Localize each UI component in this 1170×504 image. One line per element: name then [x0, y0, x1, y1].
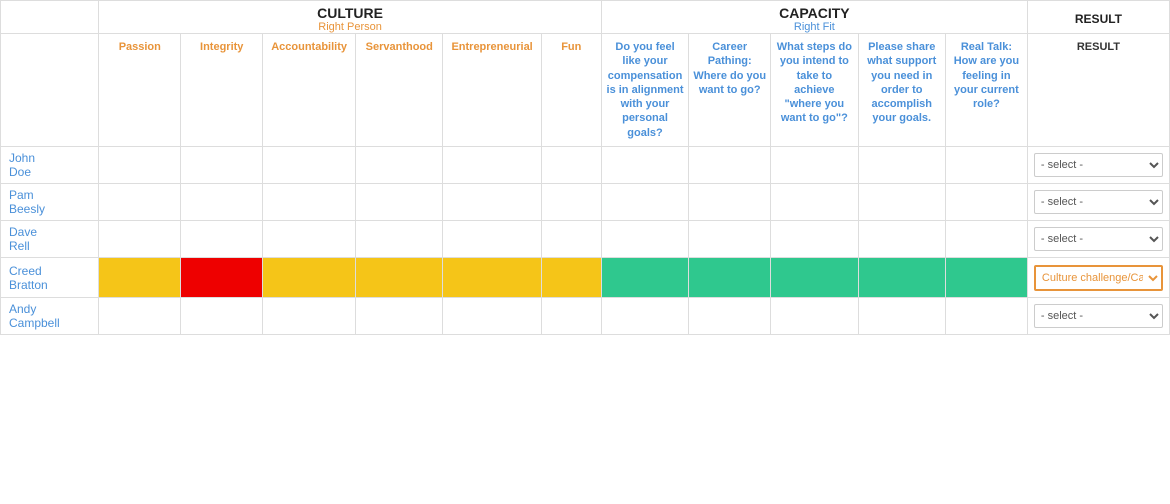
col-result: RESULT: [1027, 34, 1169, 147]
capacity-cell: [945, 184, 1027, 221]
culture-cell: [263, 298, 356, 335]
result-cell[interactable]: - select -Culture challenge/Capacity fit…: [1027, 147, 1169, 184]
capacity-cell: [601, 258, 688, 298]
group-header-row: CULTURE Right Person CAPACITY Right Fit …: [1, 1, 1170, 34]
capacity-cell: [601, 147, 688, 184]
col-support: Please share what support you need in or…: [858, 34, 945, 147]
capacity-cell: [945, 147, 1027, 184]
col-real-talk: Real Talk: How are you feeling in your c…: [945, 34, 1027, 147]
result-cell[interactable]: - select -Culture challenge/Capacity fit…: [1027, 184, 1169, 221]
culture-cell: [356, 184, 443, 221]
culture-cell: [541, 184, 601, 221]
col-integrity: Integrity: [181, 34, 263, 147]
culture-cell: [181, 147, 263, 184]
col-entrepreneurial: Entrepreneurial: [443, 34, 541, 147]
culture-cell: [541, 298, 601, 335]
culture-cell: [181, 221, 263, 258]
capacity-cell: [771, 258, 858, 298]
culture-cell: [356, 258, 443, 298]
table-row: JohnDoe - select -Culture challenge/Capac…: [1, 147, 1170, 184]
culture-cell: [181, 298, 263, 335]
col-accountability: Accountability: [263, 34, 356, 147]
result-cell[interactable]: - select -Culture challenge/Capacity fit…: [1027, 298, 1169, 335]
culture-cell: [99, 298, 181, 335]
person-name: CreedBratton: [1, 258, 99, 298]
culture-cell: [263, 184, 356, 221]
result-select[interactable]: - select -Culture challenge/Capacity fit…: [1034, 304, 1163, 328]
culture-cell: [443, 221, 541, 258]
table-row: DaveRell - select -Culture challenge/Capa…: [1, 221, 1170, 258]
culture-cell: [263, 258, 356, 298]
result-select[interactable]: - select -Culture challenge/Capacity fit…: [1034, 265, 1163, 291]
person-name: DaveRell: [1, 221, 99, 258]
col-compensation: Do you feel like your compensation is in…: [601, 34, 688, 147]
capacity-cell: [945, 221, 1027, 258]
capacity-cell: [945, 258, 1027, 298]
table-body: JohnDoe - select -Culture challenge/Capac…: [1, 147, 1170, 335]
capacity-cell: [858, 258, 945, 298]
capacity-group-header: CAPACITY Right Fit: [601, 1, 1027, 34]
empty-corner: [1, 1, 99, 34]
capacity-cell: [689, 221, 771, 258]
main-table-wrapper: CULTURE Right Person CAPACITY Right Fit …: [0, 0, 1170, 335]
culture-cell: [356, 147, 443, 184]
culture-cell: [263, 221, 356, 258]
result-select[interactable]: - select -Culture challenge/Capacity fit…: [1034, 190, 1163, 214]
culture-cell: [541, 147, 601, 184]
capacity-cell: [601, 298, 688, 335]
capacity-cell: [601, 221, 688, 258]
culture-cell: [181, 184, 263, 221]
assessment-table: CULTURE Right Person CAPACITY Right Fit …: [0, 0, 1170, 335]
person-name: AndyCampbell: [1, 298, 99, 335]
capacity-cell: [945, 298, 1027, 335]
culture-cell: [99, 258, 181, 298]
result-cell[interactable]: - select -Culture challenge/Capacity fit…: [1027, 221, 1169, 258]
capacity-cell: [858, 298, 945, 335]
capacity-cell: [771, 147, 858, 184]
table-row: CreedBratton - select -Culture challenge/…: [1, 258, 1170, 298]
col-servanthood: Servanthood: [356, 34, 443, 147]
person-name: PamBeesly: [1, 184, 99, 221]
culture-cell: [99, 221, 181, 258]
col-career-pathing: Career Pathing: Where do you want to go?: [689, 34, 771, 147]
capacity-cell: [771, 221, 858, 258]
capacity-cell: [689, 298, 771, 335]
capacity-cell: [771, 184, 858, 221]
culture-cell: [181, 258, 263, 298]
capacity-cell: [858, 184, 945, 221]
culture-cell: [99, 184, 181, 221]
column-label-row: Passion Integrity Accountability Servant…: [1, 34, 1170, 147]
col-passion: Passion: [99, 34, 181, 147]
culture-group-header: CULTURE Right Person: [99, 1, 602, 34]
result-select[interactable]: - select -Culture challenge/Capacity fit…: [1034, 153, 1163, 177]
col-fun: Fun: [541, 34, 601, 147]
culture-cell: [443, 184, 541, 221]
name-col-header: [1, 34, 99, 147]
capacity-cell: [858, 221, 945, 258]
capacity-cell: [771, 298, 858, 335]
culture-cell: [356, 298, 443, 335]
culture-cell: [541, 221, 601, 258]
culture-cell: [99, 147, 181, 184]
table-row: AndyCampbell - select -Culture challenge/…: [1, 298, 1170, 335]
culture-cell: [443, 147, 541, 184]
capacity-cell: [858, 147, 945, 184]
capacity-cell: [689, 258, 771, 298]
person-name: JohnDoe: [1, 147, 99, 184]
table-row: PamBeesly - select -Culture challenge/Cap…: [1, 184, 1170, 221]
capacity-cell: [601, 184, 688, 221]
result-select[interactable]: - select -Culture challenge/Capacity fit…: [1034, 227, 1163, 251]
culture-cell: [443, 258, 541, 298]
culture-cell: [356, 221, 443, 258]
result-cell[interactable]: - select -Culture challenge/Capacity fit…: [1027, 258, 1169, 298]
result-group-header: RESULT: [1027, 1, 1169, 34]
col-steps: What steps do you intend to take to achi…: [771, 34, 858, 147]
culture-cell: [541, 258, 601, 298]
capacity-cell: [689, 184, 771, 221]
capacity-cell: [689, 147, 771, 184]
culture-cell: [263, 147, 356, 184]
culture-cell: [443, 298, 541, 335]
